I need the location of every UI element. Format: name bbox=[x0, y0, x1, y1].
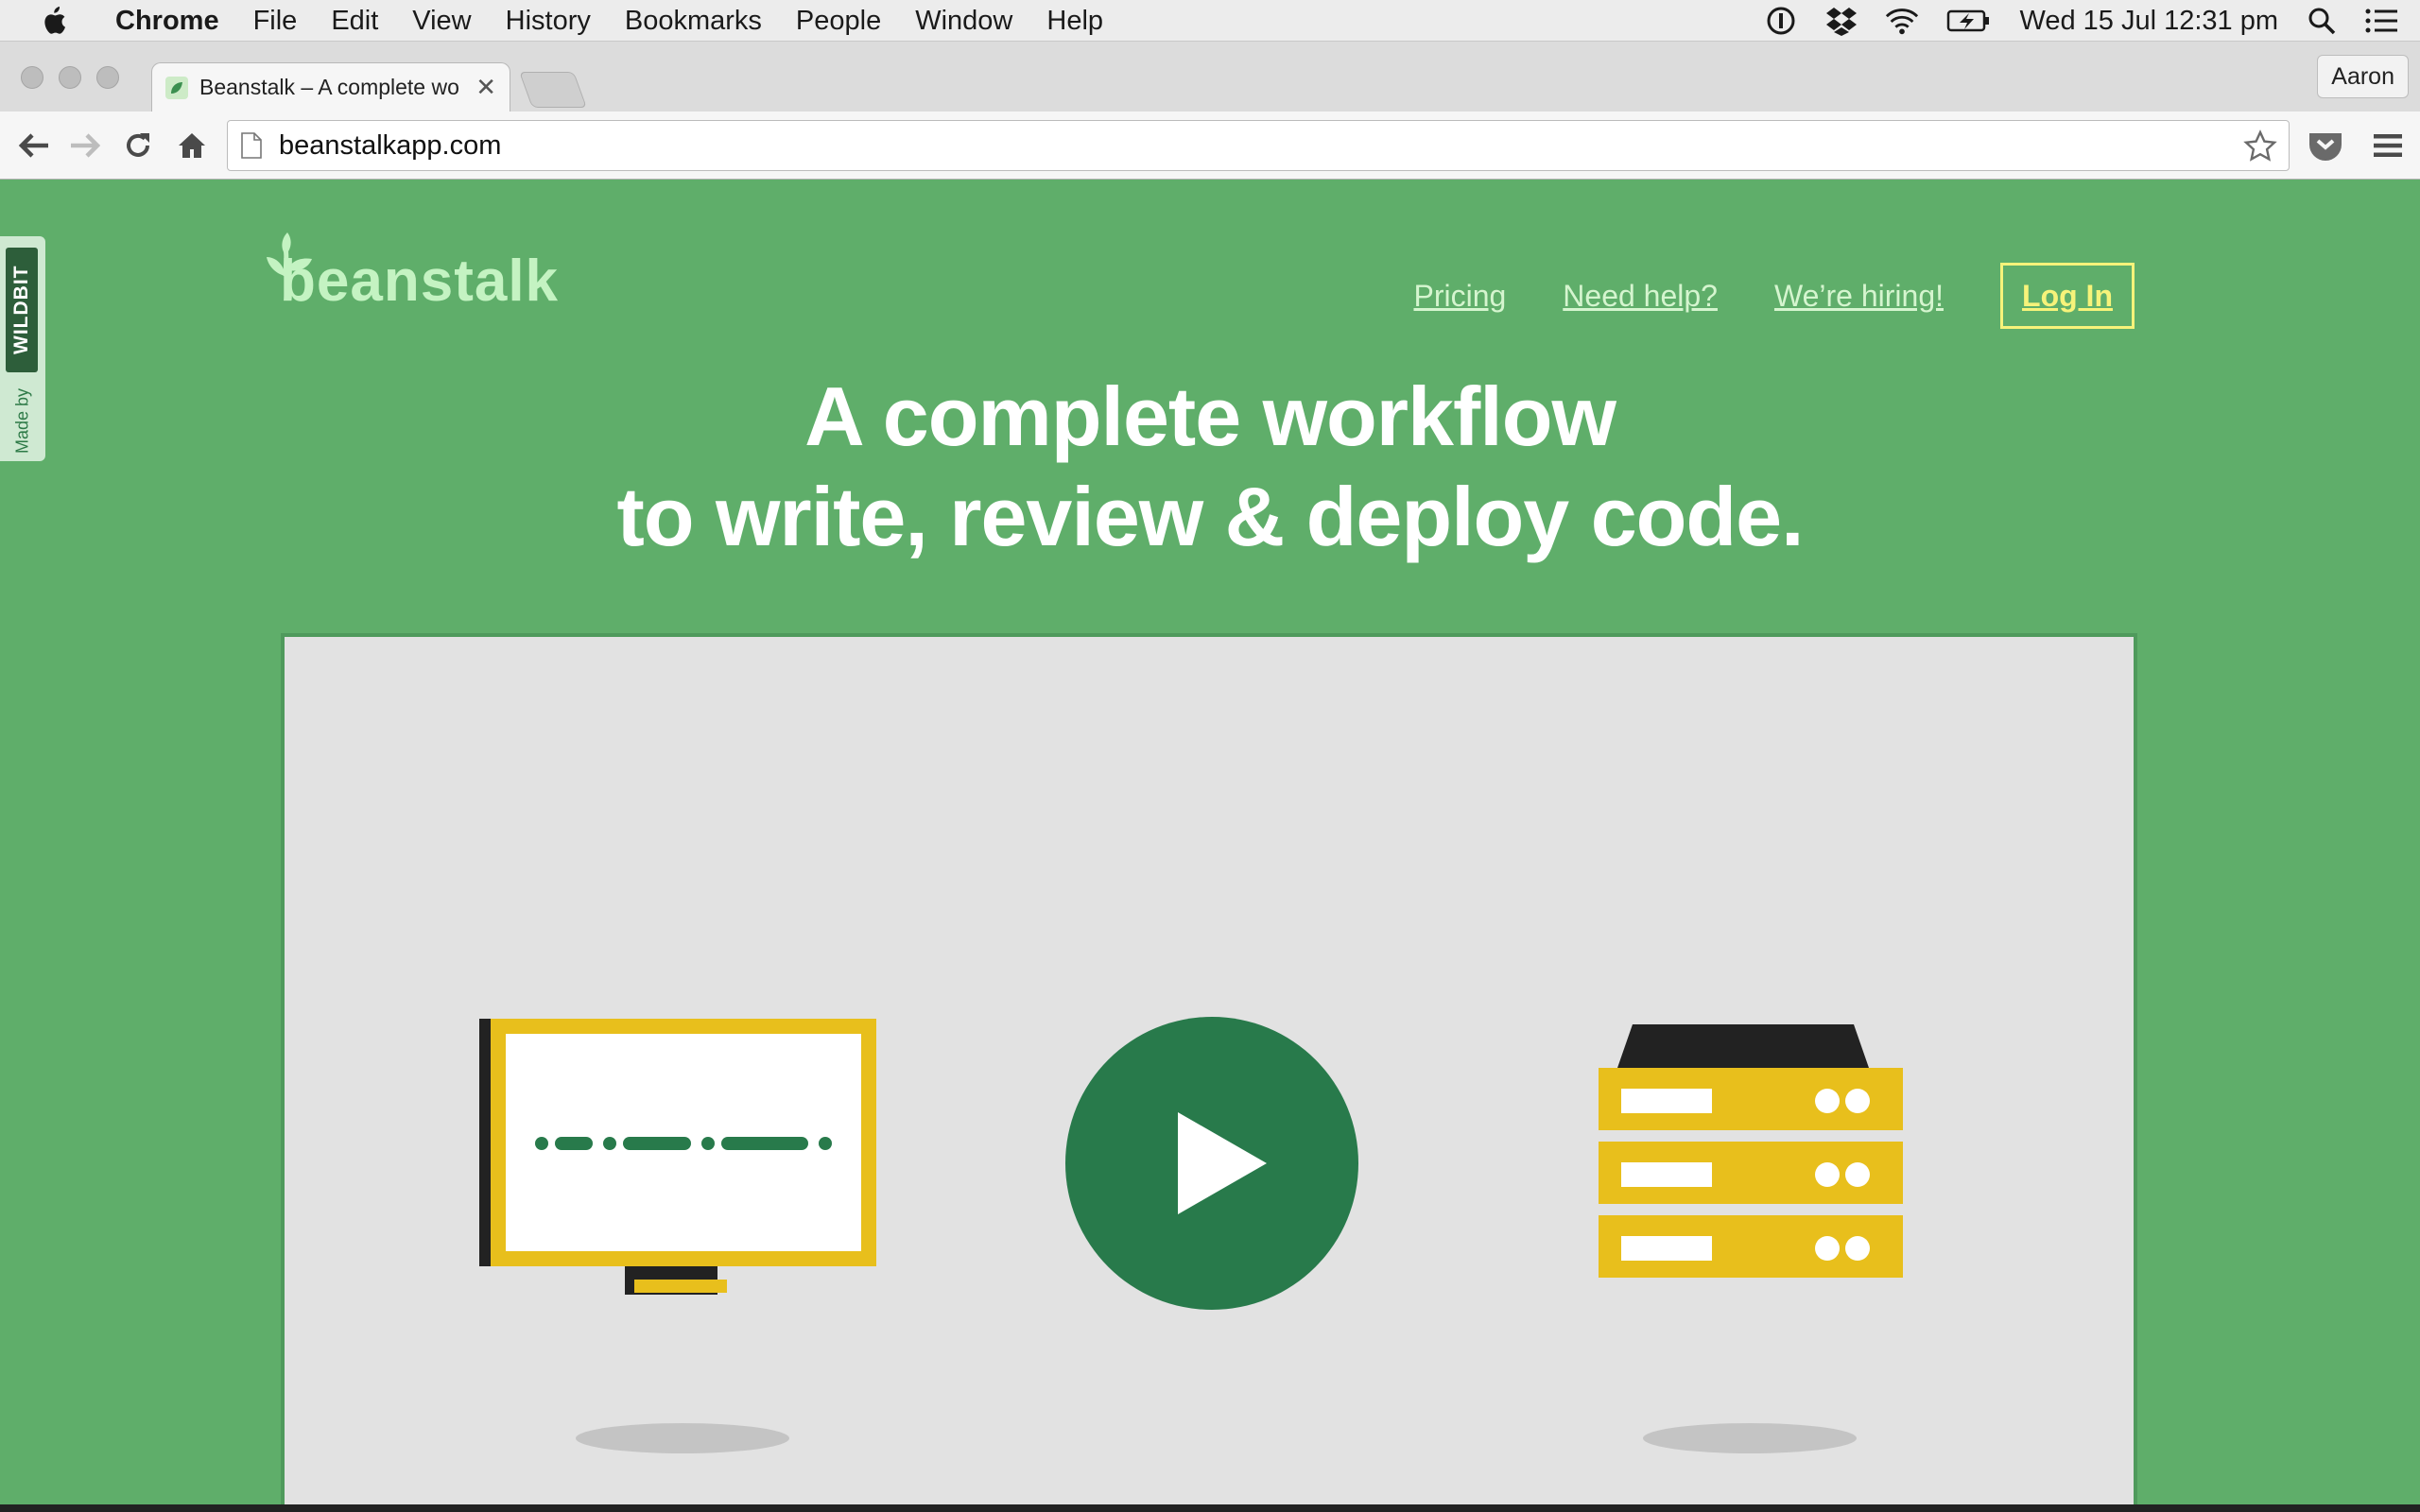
nav-hiring-link[interactable]: We’re hiring! bbox=[1774, 279, 1944, 314]
login-button[interactable]: Log In bbox=[2000, 263, 2135, 329]
menu-file[interactable]: File bbox=[236, 0, 315, 42]
back-icon[interactable] bbox=[15, 127, 53, 164]
window-close-button[interactable] bbox=[21, 66, 43, 89]
monitor-illustration bbox=[479, 1019, 876, 1307]
menu-help[interactable]: Help bbox=[1029, 0, 1120, 42]
server-illustration bbox=[1595, 1024, 1907, 1284]
nav-help-link[interactable]: Need help? bbox=[1563, 279, 1718, 314]
monitor-shadow bbox=[576, 1423, 789, 1453]
tab-beanstalk[interactable]: Beanstalk – A complete wo ✕ bbox=[151, 62, 510, 112]
menu-bar: Chrome File Edit View History Bookmarks … bbox=[0, 0, 2420, 42]
menu-people[interactable]: People bbox=[779, 0, 898, 42]
intro-video-player[interactable] bbox=[281, 633, 2137, 1512]
browser-toolbar: beanstalkapp.com bbox=[0, 112, 2420, 180]
nav-pricing-link[interactable]: Pricing bbox=[1413, 279, 1506, 314]
pocket-icon[interactable] bbox=[2307, 127, 2344, 164]
headline-line-1: A complete workflow bbox=[804, 369, 1616, 463]
reload-icon[interactable] bbox=[119, 127, 157, 164]
menu-view[interactable]: View bbox=[395, 0, 488, 42]
tab-title: Beanstalk – A complete wo bbox=[199, 75, 459, 99]
headline-line-2: to write, review & deploy code. bbox=[616, 470, 1804, 563]
window-bottom-edge bbox=[0, 1504, 2420, 1512]
chrome-menu-icon[interactable] bbox=[2369, 127, 2407, 164]
address-bar[interactable]: beanstalkapp.com bbox=[227, 120, 2290, 171]
play-icon bbox=[1178, 1112, 1267, 1214]
menu-edit[interactable]: Edit bbox=[314, 0, 395, 42]
wifi-icon[interactable] bbox=[1885, 4, 1919, 38]
profile-button[interactable]: Aaron bbox=[2317, 55, 2409, 98]
tab-strip: Beanstalk – A complete wo ✕ Aaron bbox=[0, 42, 2420, 112]
battery-icon[interactable] bbox=[1945, 4, 1993, 38]
window-minimize-button[interactable] bbox=[59, 66, 81, 89]
apple-icon[interactable] bbox=[38, 5, 70, 37]
menu-app-chrome[interactable]: Chrome bbox=[98, 0, 236, 42]
web-page: WILDBIT Made by beanstalk Pricing Need h… bbox=[0, 180, 2420, 1512]
1password-icon[interactable] bbox=[1764, 4, 1798, 38]
play-button[interactable] bbox=[1065, 1017, 1358, 1310]
dropbox-icon[interactable] bbox=[1824, 4, 1858, 38]
bookmark-star-icon[interactable] bbox=[2243, 129, 2277, 163]
site-nav: Pricing Need help? We’re hiring! Log In bbox=[1357, 263, 2135, 329]
menu-clock[interactable]: Wed 15 Jul 12:31 pm bbox=[2019, 6, 2278, 37]
menu-history[interactable]: History bbox=[489, 0, 608, 42]
logo-wordmark: beanstalk bbox=[280, 249, 560, 314]
wildbit-label: WILDBIT bbox=[6, 248, 38, 372]
home-icon[interactable] bbox=[173, 127, 211, 164]
page-icon bbox=[241, 132, 262, 159]
beanstalk-favicon-icon bbox=[165, 76, 188, 99]
window-zoom-button[interactable] bbox=[96, 66, 119, 89]
tab-close-icon[interactable]: ✕ bbox=[475, 73, 496, 102]
forward-icon[interactable] bbox=[66, 127, 104, 164]
menu-bookmarks[interactable]: Bookmarks bbox=[608, 0, 779, 42]
url-text[interactable]: beanstalkapp.com bbox=[279, 130, 501, 162]
new-tab-button[interactable] bbox=[519, 72, 587, 108]
server-shadow bbox=[1643, 1423, 1857, 1453]
notification-center-icon[interactable] bbox=[2365, 4, 2399, 38]
menu-window[interactable]: Window bbox=[898, 0, 1029, 42]
menu-extras: Wed 15 Jul 12:31 pm bbox=[1764, 0, 2399, 42]
spotlight-icon[interactable] bbox=[2305, 4, 2339, 38]
